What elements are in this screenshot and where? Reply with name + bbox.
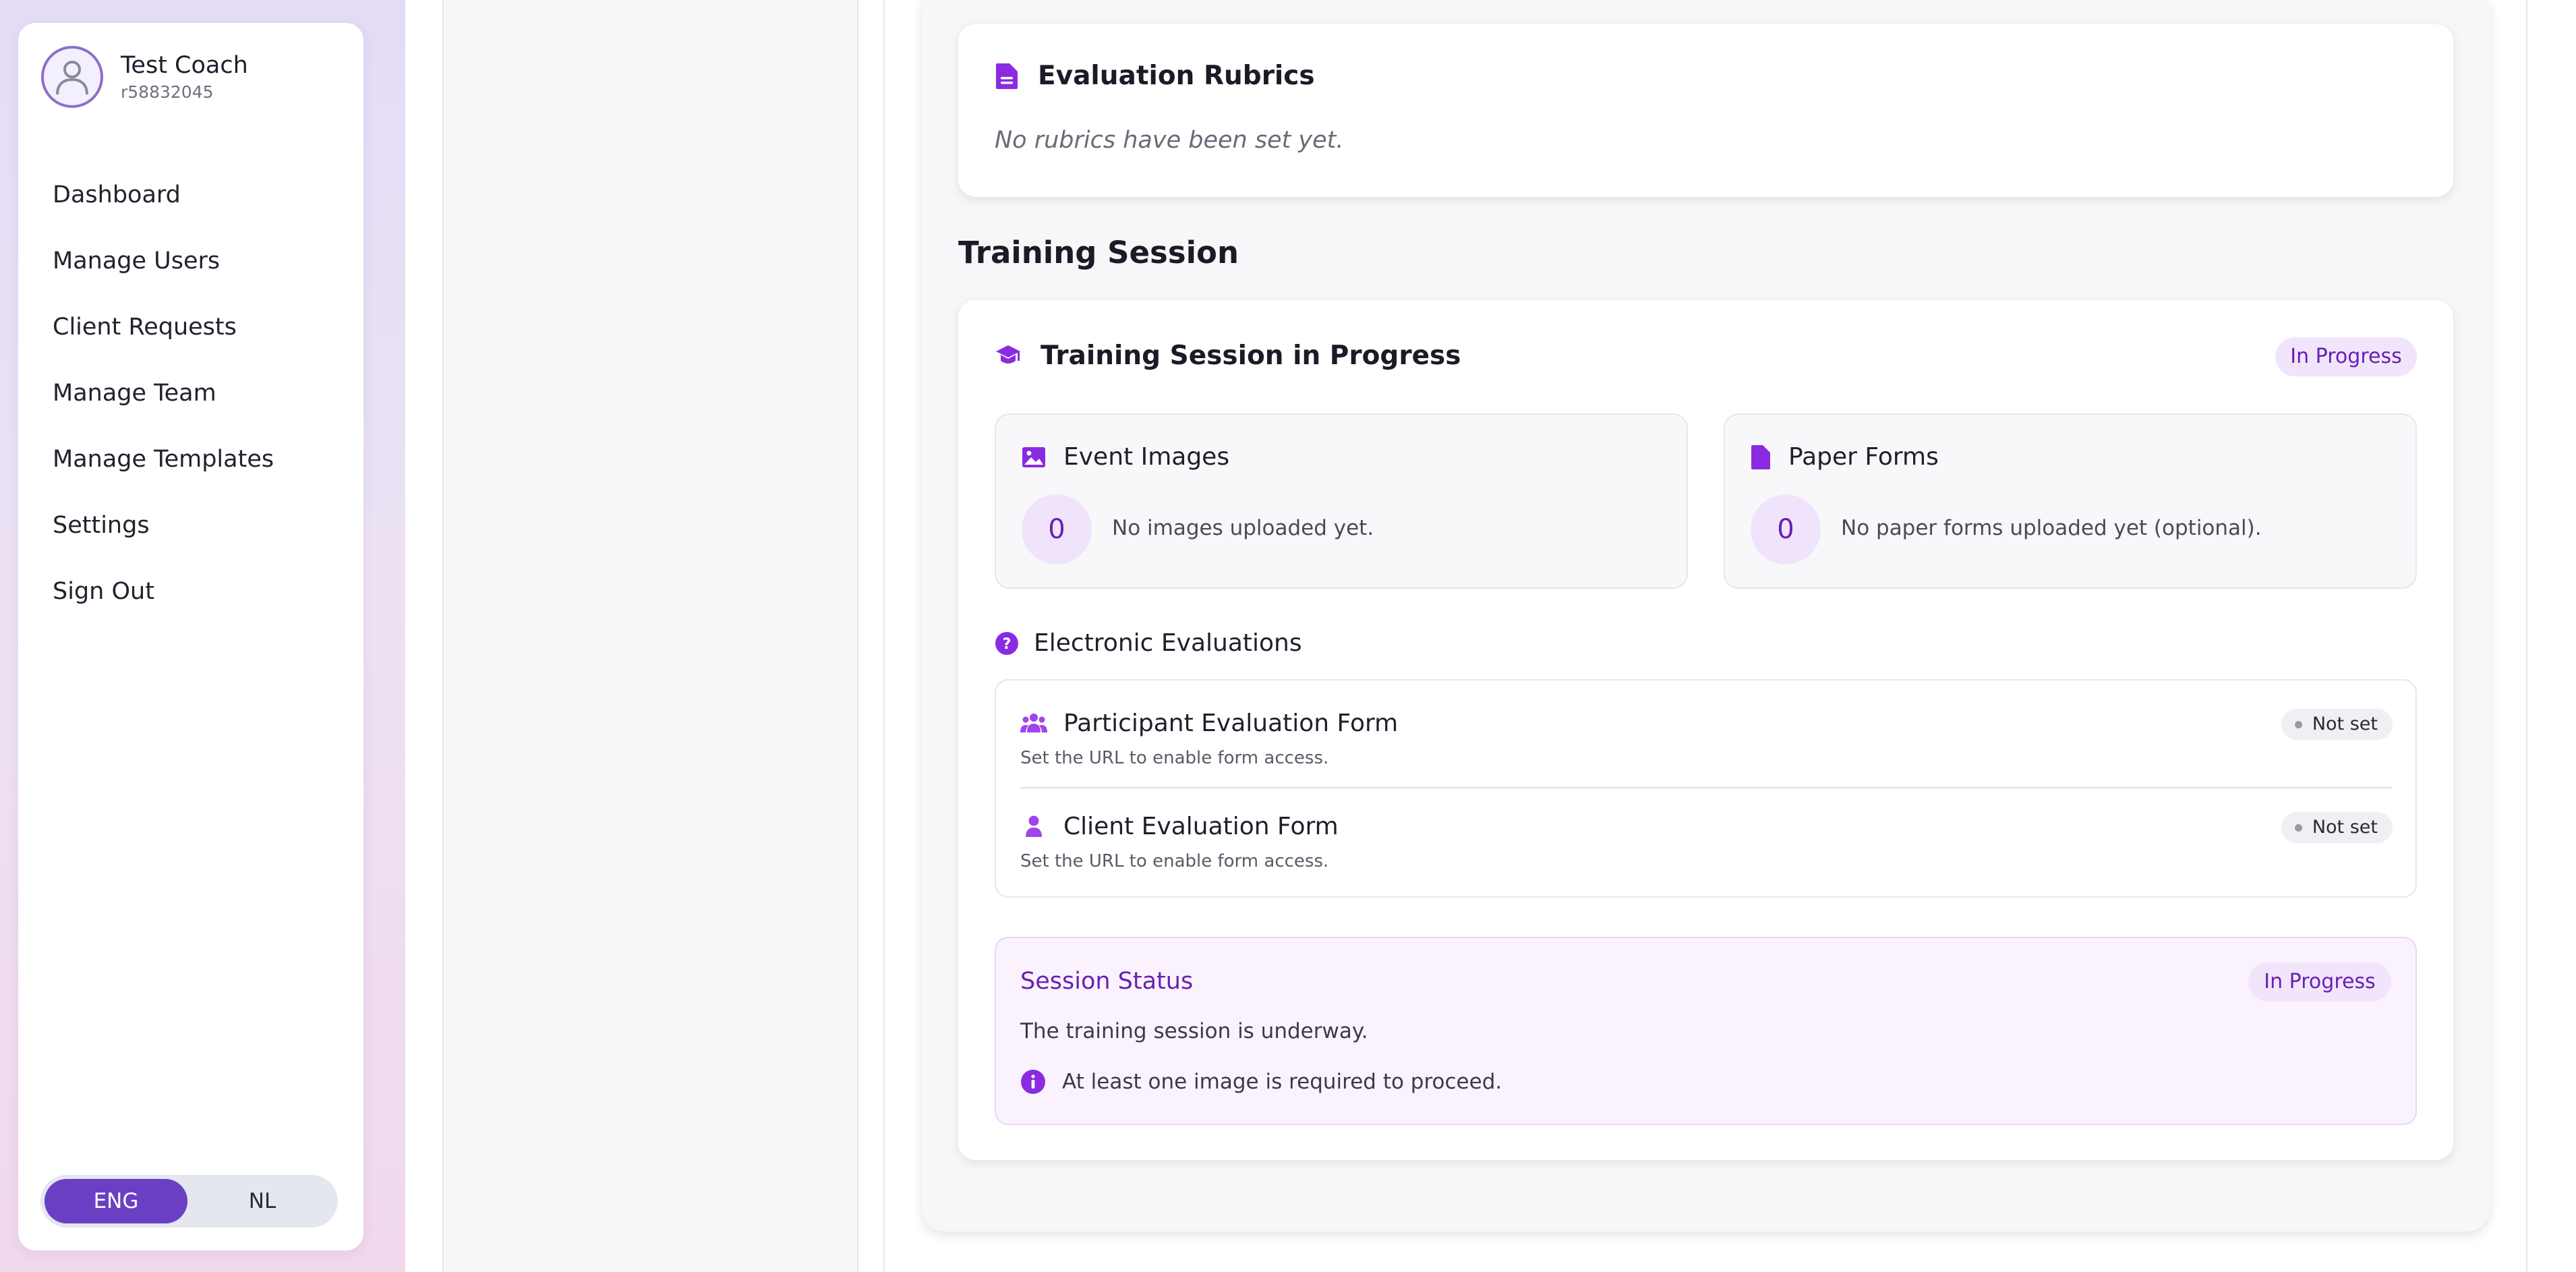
electronic-evaluations-list: Participant Evaluation Form Set the URL … [995,679,2417,898]
question-circle-icon: ? [995,631,1019,656]
user-icon [1020,815,1047,838]
list-column [442,0,858,1272]
nav-item-client-requests[interactable]: Client Requests [53,303,363,370]
training-card-title: Training Session in Progress [1041,341,1461,371]
nav-item-dashboard[interactable]: Dashboard [53,171,363,237]
electronic-evaluations-title: Electronic Evaluations [1034,629,1302,657]
language-eng-button[interactable]: ENG [45,1179,187,1223]
client-form-status-badge: Not set [2281,812,2393,843]
client-form-label-group: Client Evaluation Form [1020,811,2393,842]
document-icon [995,62,1019,90]
users-icon [1020,712,1047,734]
image-icon [1022,446,1046,469]
paper-forms-card[interactable]: Paper Forms 0 No paper forms uploaded ye… [1724,413,2417,589]
rubrics-title: Evaluation Rubrics [1038,61,1315,91]
nav-item-sign-out[interactable]: Sign Out [53,568,363,634]
client-form-hint: Set the URL to enable form access. [1020,851,1329,871]
paper-forms-count: 0 [1751,494,1821,565]
session-status-note-text: At least one image is required to procee… [1062,1070,1502,1094]
status-badge: In Progress [2275,337,2417,376]
file-icon [1751,444,1771,470]
event-images-header: Event Images [1022,443,1229,471]
participant-form-status-badge: Not set [2281,709,2393,740]
images-status-text: No images uploaded yet. [1112,516,1374,540]
client-form-label: Client Evaluation Form [1063,812,1339,840]
client-evaluation-form-row[interactable]: Client Evaluation Form Set the URL to en… [1020,811,2393,871]
main-nav: Dashboard Manage Users Client Requests M… [18,171,363,634]
session-status-title: Session Status [1020,968,1194,995]
electronic-evaluations-header: ? Electronic Evaluations [995,629,1302,657]
svg-text:?: ? [1003,636,1012,653]
training-section-title: Training Session [958,235,1239,270]
evaluation-rubrics-card: Evaluation Rubrics No rubrics have been … [958,24,2453,197]
session-status-text: The training session is underway. [1020,1019,1368,1043]
user-info: Test Coach r58832045 [121,50,248,104]
participant-form-label-group: Participant Evaluation Form [1020,707,2393,739]
participant-form-label: Participant Evaluation Form [1063,709,1399,737]
graduation-cap-icon [995,344,1022,368]
user-profile[interactable]: Test Coach r58832045 [41,46,248,108]
paper-forms-status-text: No paper forms uploaded yet (optional). [1841,516,2262,540]
session-status-badge: In Progress [2248,962,2391,1002]
user-avatar-icon [41,46,103,108]
nav-item-manage-users[interactable]: Manage Users [53,237,363,303]
training-session-card: Training Session in Progress In Progress… [958,300,2453,1160]
language-toggle: ENG NL [40,1175,338,1227]
rubrics-header: Evaluation Rubrics [995,61,1315,91]
participant-evaluation-form-row[interactable]: Participant Evaluation Form Set the URL … [1020,707,2393,768]
session-status-panel: Session Status In Progress The training … [995,937,2417,1125]
paper-forms-header: Paper Forms [1751,443,1939,471]
nav-item-settings[interactable]: Settings [53,502,363,568]
rubrics-empty-text: No rubrics have been set yet. [995,127,1344,154]
session-status-note: At least one image is required to procee… [1020,1069,1502,1095]
info-circle-icon [1020,1069,1046,1095]
nav-item-manage-templates[interactable]: Manage Templates [53,436,363,502]
sidebar: Test Coach r58832045 Dashboard Manage Us… [18,23,363,1250]
user-name: Test Coach [121,52,248,79]
event-images-card[interactable]: Event Images 0 No images uploaded yet. [995,413,1688,589]
user-id: r58832045 [121,82,214,102]
event-images-title: Event Images [1063,443,1230,471]
language-nl-button[interactable]: NL [191,1179,334,1223]
paper-forms-title: Paper Forms [1788,443,1939,471]
images-count: 0 [1022,494,1092,565]
divider [1020,787,2393,788]
training-header: Training Session in Progress [995,341,1461,371]
participant-form-hint: Set the URL to enable form access. [1020,748,1329,768]
nav-item-manage-team[interactable]: Manage Team [53,370,363,436]
